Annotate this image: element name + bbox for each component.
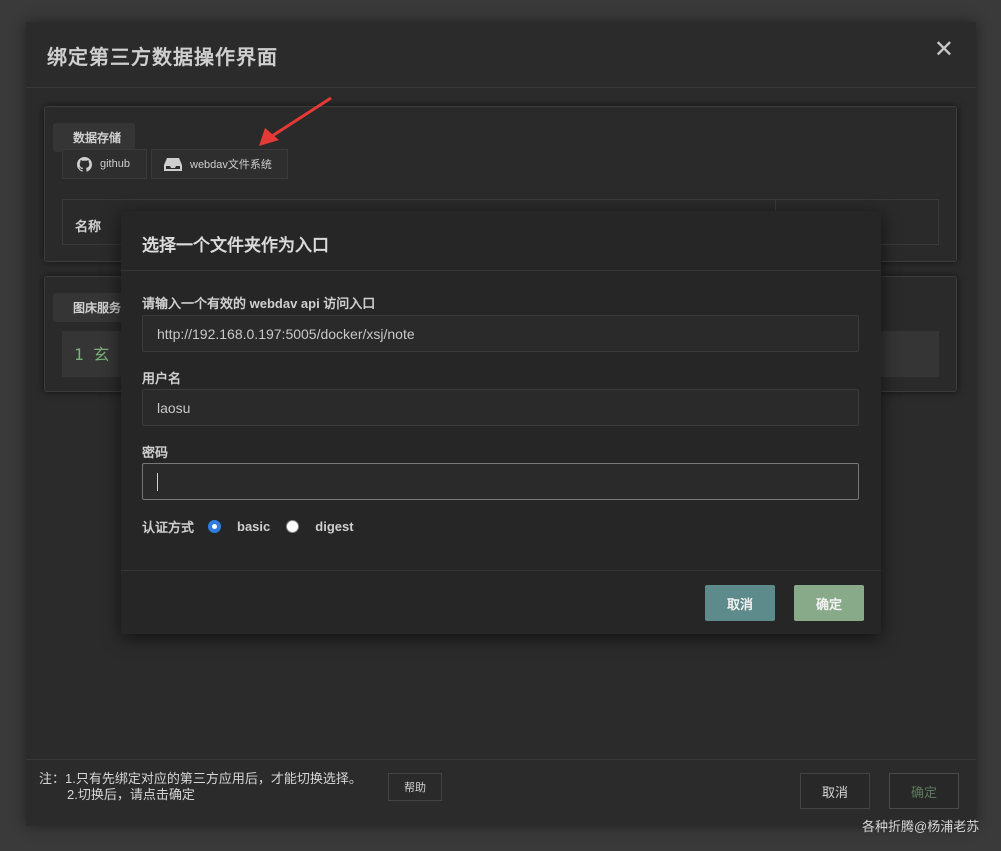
username-input[interactable] [142, 389, 859, 426]
auth-method-row: 认证方式 basic digest [142, 517, 354, 536]
annotation-arrow [259, 96, 332, 146]
help-button[interactable]: 帮助 [388, 773, 442, 801]
radio-basic-label: basic [237, 519, 271, 534]
url-label: 请输入一个有效的 webdav api 访问入口 [142, 296, 376, 311]
watermark: 各种折腾@杨浦老苏 [862, 819, 980, 834]
webdav-select-modal: 选择一个文件夹作为入口 请输入一个有效的 webdav api 访问入口 用户名… [121, 211, 881, 634]
footer-divider [26, 759, 976, 760]
divider [121, 570, 881, 571]
github-icon [77, 156, 92, 172]
close-icon[interactable]: ✕ [934, 38, 954, 62]
url-input[interactable] [142, 315, 859, 352]
radio-basic[interactable] [208, 520, 222, 533]
dialog-title: 绑定第三方数据操作界面 [47, 47, 278, 69]
section-label-storage: 数据存储 [53, 123, 136, 152]
modal-cancel-button[interactable]: 取消 [705, 585, 775, 621]
note-line-1: 注：1.只有先绑定对应的第三方应用后，才能切换选择。 [39, 771, 362, 786]
tab-label-webdav: webdav文件系统 [190, 159, 272, 171]
divider [121, 270, 881, 271]
footer-note: 注：1.只有先绑定对应的第三方应用后，才能切换选择。 2.切换后，请点击确定 [39, 771, 362, 803]
modal-confirm-button[interactable]: 确定 [794, 585, 864, 621]
username-label: 用户名 [142, 371, 182, 386]
tab-label-github: github [100, 158, 130, 170]
password-label: 密码 [142, 445, 169, 460]
password-input[interactable] [142, 463, 859, 500]
confirm-button[interactable]: 确定 [889, 773, 959, 809]
cancel-button[interactable]: 取消 [800, 773, 870, 809]
divider [26, 87, 976, 88]
table-header-name: 名称 [75, 219, 102, 234]
radio-digest-label: digest [315, 519, 354, 534]
radio-digest[interactable] [286, 520, 300, 533]
auth-label: 认证方式 [142, 520, 195, 535]
modal-title: 选择一个文件夹作为入口 [142, 236, 329, 255]
tab-webdav[interactable]: webdav文件系统 [151, 149, 288, 179]
note-line-2: 2.切换后，请点击确定 [67, 787, 195, 802]
drive-icon [164, 157, 182, 171]
tab-github[interactable]: github [62, 149, 147, 179]
